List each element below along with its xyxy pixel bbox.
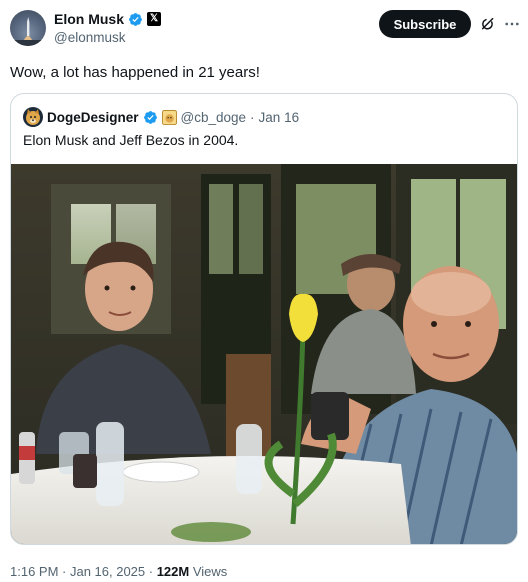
separator-dot: · (250, 109, 255, 125)
quote-header: DogeDesigner @cb_doge · Jan 16 (23, 107, 299, 127)
quoted-tweet[interactable]: DogeDesigner @cb_doge · Jan 16 Elon Musk… (10, 93, 518, 545)
verified-icon (129, 12, 142, 26)
author-avatar[interactable] (10, 10, 46, 46)
doge-icon (161, 109, 177, 125)
quote-author-handle[interactable]: @cb_doge (181, 110, 247, 125)
quote-text: Elon Musk and Jeff Bezos in 2004. (23, 132, 239, 148)
tweet-meta: 1:16 PM · Jan 16, 2025 · 122M Views (10, 564, 227, 579)
views-count: 122M (156, 564, 190, 579)
grok-icon[interactable] (480, 16, 496, 32)
x-logo-icon: 𝕏 (147, 12, 162, 26)
verified-icon (143, 110, 157, 124)
author-name[interactable]: Elon Musk (54, 11, 124, 27)
quoted-photo[interactable] (11, 164, 518, 545)
author-name-row: Elon Musk 𝕏 (54, 10, 162, 28)
quote-avatar[interactable] (23, 107, 43, 127)
subscribe-button[interactable]: Subscribe (379, 10, 471, 38)
quote-date[interactable]: Jan 16 (259, 110, 300, 125)
more-icon[interactable] (503, 15, 521, 33)
timestamp[interactable]: 1:16 PM · Jan 16, 2025 · (10, 564, 157, 579)
quote-author-name[interactable]: DogeDesigner (47, 110, 139, 125)
views-label: Views (192, 564, 228, 579)
author-handle[interactable]: @elonmusk (54, 30, 125, 45)
tweet-text: Wow, a lot has happened in 21 years! (10, 64, 260, 81)
